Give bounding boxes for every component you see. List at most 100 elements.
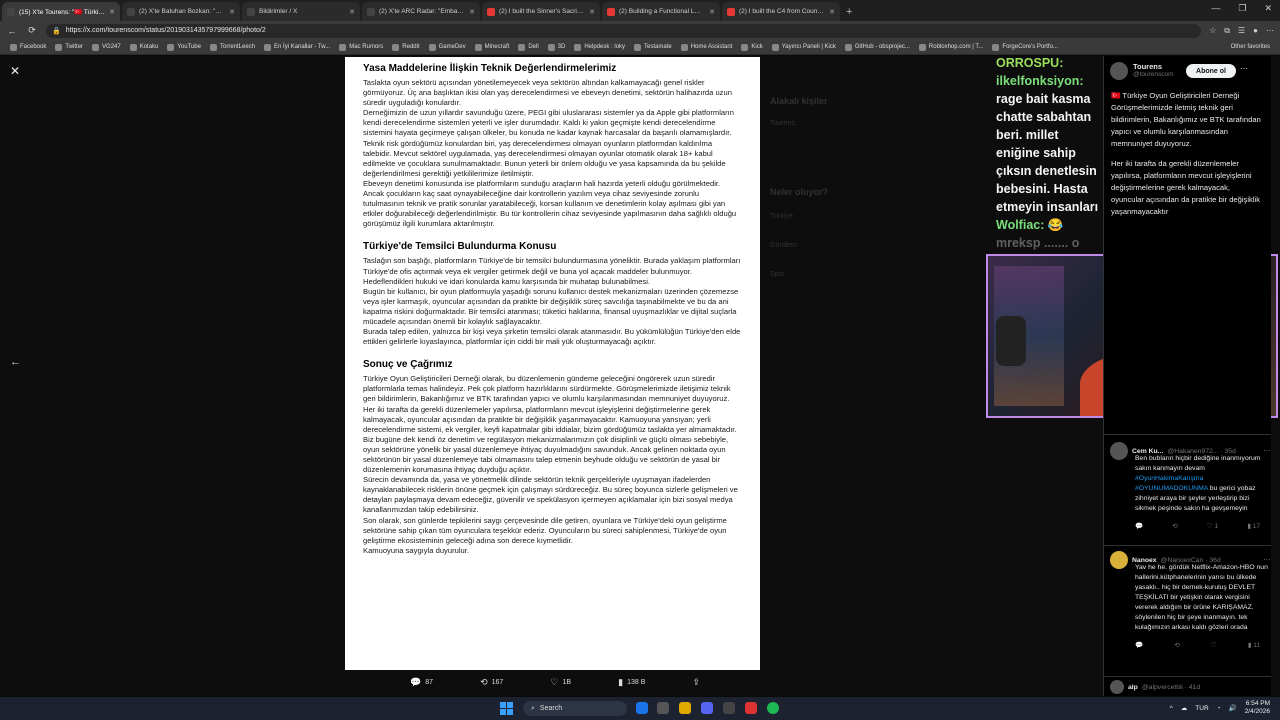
reply-button[interactable]: 💬 87	[410, 677, 433, 688]
browser-tab[interactable]: (2) I built the C4 from Counter-Stri ✕	[722, 2, 840, 21]
bookmark-item[interactable]: YouTube	[167, 43, 201, 51]
follow-button[interactable]: Abone ol	[1186, 64, 1236, 78]
close-window-icon[interactable]: ✕	[1264, 3, 1272, 14]
reply-3[interactable]: alp @alpvercettiii · 41d	[1110, 680, 1270, 694]
file-explorer-icon[interactable]	[679, 702, 691, 714]
tray-chevron-icon[interactable]: ^	[1170, 705, 1173, 712]
minimize-icon[interactable]: —	[1211, 3, 1220, 14]
close-viewer-icon[interactable]: ✕	[10, 64, 20, 78]
language-indicator[interactable]: TUR	[1195, 705, 1208, 712]
obs-icon[interactable]	[723, 702, 735, 714]
bookmark-item[interactable]: GitHub - obsprojec...	[844, 43, 910, 51]
bookmark-item[interactable]: Minecraft	[474, 43, 509, 51]
cloud-icon[interactable]: ☁	[1181, 704, 1188, 712]
views-button[interactable]: ▮ 11	[1248, 641, 1260, 649]
close-tab-icon[interactable]: ✕	[109, 8, 115, 16]
star-icon[interactable]: ☆	[1209, 26, 1216, 35]
bookmark-item[interactable]: Kotaku	[129, 43, 158, 51]
address-bar[interactable]: 🔒 https://x.com/tourenscom/status/201903…	[46, 23, 1202, 38]
chrome-icon[interactable]	[745, 702, 757, 714]
more-icon[interactable]: ⋯	[1240, 64, 1248, 73]
bookmark-item[interactable]: TorrentLeech	[209, 43, 255, 51]
other-favorites[interactable]: Other favorites	[1231, 44, 1270, 50]
close-tab-icon[interactable]: ✕	[349, 8, 355, 16]
close-tab-icon[interactable]: ✕	[589, 8, 595, 16]
views-button[interactable]: ▮ 17	[1247, 522, 1260, 530]
bookmark-label: YouTube	[177, 44, 201, 50]
repost-button[interactable]: ⟲ 167	[480, 677, 503, 688]
back-icon[interactable]: ←	[6, 26, 18, 36]
bookmark-item[interactable]: 3D	[547, 43, 565, 51]
bookmark-item[interactable]: VG247	[92, 43, 121, 51]
share-button[interactable]: ⇪	[692, 677, 700, 688]
discord-icon[interactable]	[701, 702, 713, 714]
like-button[interactable]: ♡ 1	[1207, 522, 1218, 530]
maximize-icon[interactable]: ❐	[1238, 3, 1246, 14]
avatar[interactable]	[1110, 551, 1128, 569]
bookmark-item[interactable]: Helpdesk : loky	[574, 43, 625, 51]
bookmark-label: GitHub - obsprojec...	[854, 44, 910, 50]
bookmark-item[interactable]: GameDev	[428, 43, 466, 51]
close-tab-icon[interactable]: ✕	[469, 8, 475, 16]
bookmark-item[interactable]: Testamate	[634, 43, 672, 51]
edge-icon[interactable]	[636, 702, 648, 714]
reply-hashtags[interactable]: #OyunHakimaKarışma #OYUNUMADOKUNMA	[1135, 475, 1208, 492]
more-icon[interactable]: ⋯	[1263, 447, 1270, 455]
bookmark-item[interactable]: Kick	[741, 43, 763, 51]
bookmark-item[interactable]: Twitter	[55, 43, 83, 51]
refresh-icon[interactable]: ⟳	[26, 25, 38, 36]
bookmark-item[interactable]: Facebook	[10, 43, 46, 51]
repost-icon[interactable]: ⟲	[1172, 522, 1177, 530]
browser-tab[interactable]: (15) X'te Tourens: "🇹🇷 Türkiye Oyu✕	[2, 2, 120, 21]
close-tab-icon[interactable]: ✕	[229, 8, 235, 16]
reply-1[interactable]: Cem Ku... @Hakanen972... · 35d ⋯ Ben bub…	[1110, 442, 1270, 530]
apps-icon[interactable]	[657, 702, 669, 714]
start-button[interactable]	[500, 702, 513, 715]
favorites-icon[interactable]: ☰	[1238, 26, 1245, 35]
reply-icon[interactable]: 💬	[1135, 522, 1143, 530]
bookmark-item[interactable]: Home Assistant	[680, 43, 732, 51]
reply-icon[interactable]: 💬	[1135, 641, 1143, 649]
bookmark-label: VG247	[102, 44, 121, 50]
bookmark-item[interactable]: Robloxhop.com | T...	[918, 43, 983, 51]
dim-row: Türkiye	[770, 213, 793, 220]
like-button[interactable]: ♡ 1B	[550, 677, 571, 688]
browser-tab[interactable]: (2) Building a Functional LEGO Toy ✕	[602, 2, 720, 21]
browser-tab[interactable]: Bildirimler / X ✕	[242, 2, 360, 21]
repost-count: 167	[491, 678, 504, 686]
close-tab-icon[interactable]: ✕	[709, 8, 715, 16]
wifi-icon[interactable]: ◔	[1217, 705, 1221, 712]
comment-icon: 💬	[410, 676, 422, 687]
browser-tab[interactable]: (2) I built the Sinner's Sacrifice fro✕	[482, 2, 600, 21]
bookmark-favicon-icon	[741, 43, 749, 51]
bookmark-item[interactable]: Dell	[518, 43, 539, 51]
previous-photo-icon[interactable]: ←	[10, 356, 21, 368]
document-paragraph: Bugün bir kullanıcı, bir oyun platformuy…	[363, 286, 739, 326]
volume-icon[interactable]: 🔊	[1229, 704, 1237, 712]
bookmark-item[interactable]: ForgeCore's Portfo...	[992, 43, 1058, 51]
avatar[interactable]	[1110, 442, 1128, 460]
taskbar-search[interactable]: ⌕ Search	[523, 701, 627, 716]
avatar[interactable]	[1110, 62, 1128, 80]
menu-icon[interactable]: ⋯	[1266, 26, 1274, 35]
browser-tab[interactable]: (2) X'te Batuhan Bozkan: "Olumlu✕	[122, 2, 240, 21]
close-tab-icon[interactable]: ✕	[829, 8, 835, 16]
profile-icon[interactable]: ●	[1253, 26, 1258, 35]
extensions-icon[interactable]: ⧉	[1224, 26, 1230, 36]
bookmark-item[interactable]: Yayıncı Paneli | Kick	[771, 43, 836, 51]
like-icon[interactable]: ♡	[1211, 641, 1217, 649]
tab-label: (2) I built the Sinner's Sacrifice fro	[499, 8, 586, 15]
browser-tab[interactable]: (2) X'te ARC Radar: "Embark Studi ✕	[362, 2, 480, 21]
spotify-icon[interactable]	[767, 702, 779, 714]
avatar[interactable]	[1110, 680, 1124, 694]
bookmark-item[interactable]: En İyi Kanallar - Tw...	[264, 43, 330, 51]
reply-name[interactable]: alp	[1128, 684, 1138, 691]
new-tab-icon[interactable]: +	[846, 6, 852, 18]
reply-2[interactable]: Nanoex @NanoexCan · 36d ⋯ Yav he he. gör…	[1110, 551, 1270, 649]
bookmark-item[interactable]: Reddit	[392, 43, 420, 51]
bookmark-item[interactable]: Mac Rumors	[339, 43, 383, 51]
views-button[interactable]: ▮ 138 B	[618, 677, 645, 688]
clock[interactable]: 6:54 PM 2/4/2026	[1245, 700, 1270, 716]
tweet-author[interactable]: Tourens @tourenscom	[1110, 62, 1174, 80]
repost-icon[interactable]: ⟲	[1174, 641, 1179, 649]
